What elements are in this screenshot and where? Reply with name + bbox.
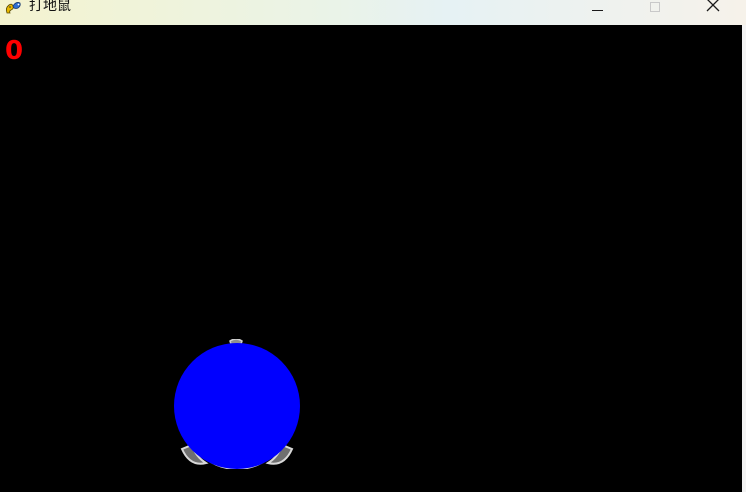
minimize-button[interactable] (586, 0, 608, 12)
close-button[interactable] (702, 0, 724, 12)
pygame-snake-icon (4, 0, 22, 16)
hammer-cursor[interactable] (174, 343, 300, 469)
game-canvas[interactable]: 0 (0, 25, 742, 492)
minimize-icon (591, 9, 603, 11)
maximize-button[interactable] (644, 0, 666, 12)
score-counter: 0 (5, 36, 24, 66)
window-title: 打地鼠 (29, 0, 71, 14)
close-icon (706, 0, 720, 16)
maximize-icon (650, 2, 660, 12)
game-window: 打地鼠 0 (0, 0, 746, 492)
window-border (742, 25, 746, 492)
title-bar[interactable]: 打地鼠 (0, 0, 746, 25)
